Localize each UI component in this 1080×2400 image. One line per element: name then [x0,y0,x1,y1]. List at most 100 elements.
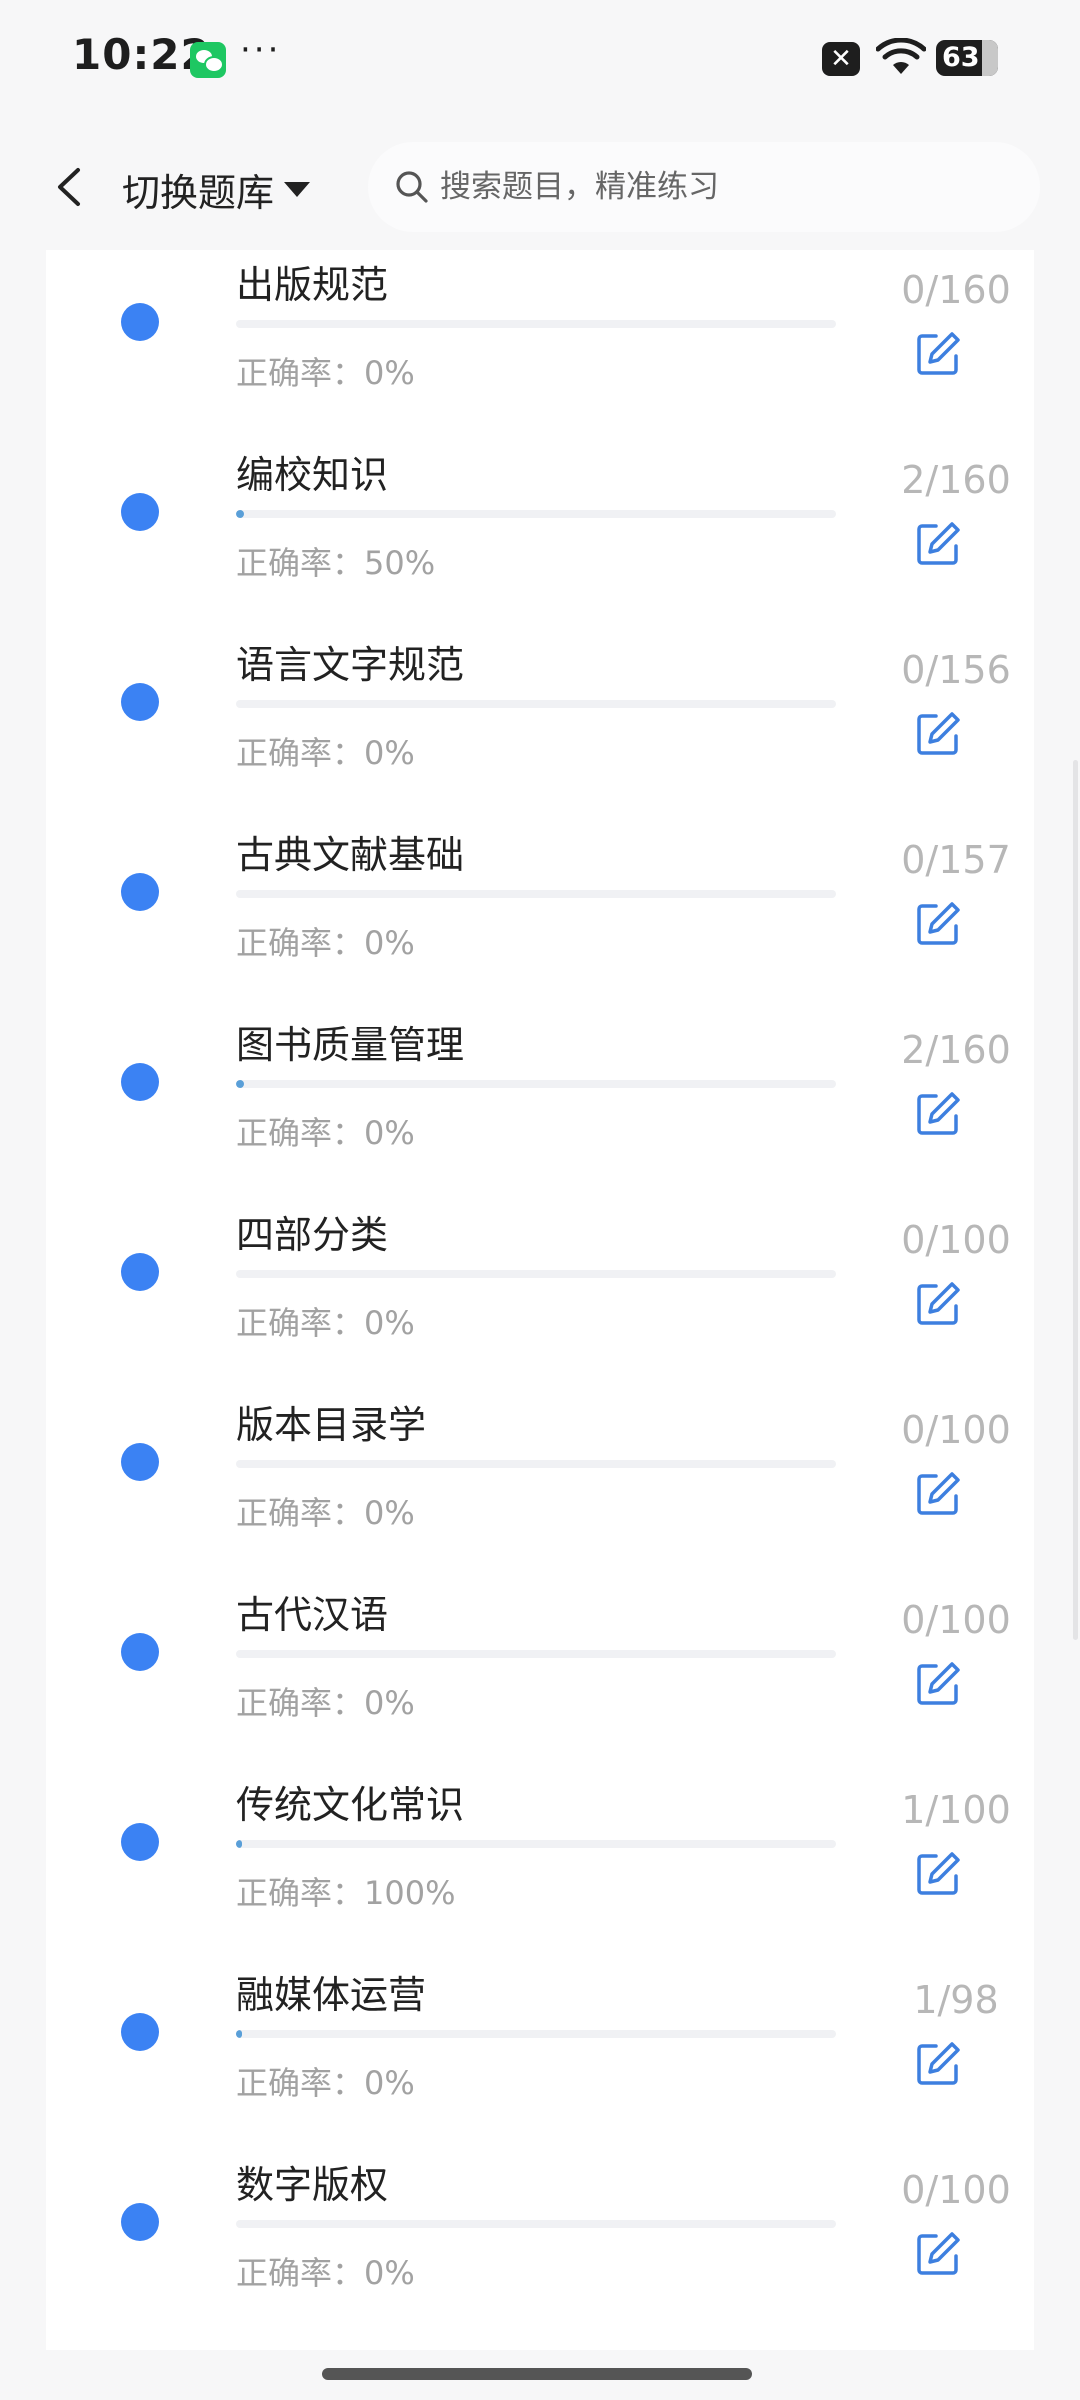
chapter-title: 语言文字规范 [236,643,465,687]
progress-fill [236,510,244,518]
progress-bar [236,1460,836,1468]
progress-bar [236,1080,836,1088]
chevron-left-icon[interactable] [46,162,94,212]
progress-count: 1/100 [901,1788,1011,1832]
search-bar[interactable] [368,142,1040,232]
accuracy-text: 正确率：0% [236,1304,415,1342]
progress-count: 2/160 [901,458,1011,502]
chapter-item[interactable]: 融媒体运营 正确率：0% 1/98 [46,1960,1034,2150]
switch-question-bank-label: 切换题库 [122,170,275,215]
accuracy-text: 正确率：0% [236,924,415,962]
chapter-title: 图书质量管理 [236,1023,465,1067]
chapter-title: 编校知识 [236,453,389,497]
accuracy-text: 正确率：100% [236,1874,456,1912]
chapter-title: 古代汉语 [236,1593,389,1637]
chapter-item[interactable]: 出版规范 正确率：0% 0/160 [46,250,1034,440]
chapter-title: 出版规范 [236,263,389,307]
chapter-item[interactable]: 版本目录学 正确率：0% 0/100 [46,1390,1034,1580]
edit-icon[interactable] [914,900,962,948]
progress-bar [236,2220,836,2228]
chapter-title: 古典文献基础 [236,833,465,877]
accuracy-text: 正确率：0% [236,2254,415,2292]
progress-count: 0/100 [901,1218,1011,1262]
switch-question-bank-button[interactable]: 切换题库 [122,160,311,218]
chapter-dot [121,1823,159,1861]
wifi-icon [876,38,926,74]
chapter-item[interactable]: 图书质量管理 正确率：0% 2/160 [46,1010,1034,1200]
chapter-item[interactable]: 古代汉语 正确率：0% 0/100 [46,1580,1034,1770]
progress-bar [236,1840,836,1848]
no-sim-icon: ✕ [822,42,860,76]
edit-icon[interactable] [914,1280,962,1328]
progress-fill [236,1840,242,1848]
progress-bar [236,320,836,328]
accuracy-text: 正确率：0% [236,1684,415,1722]
progress-count: 0/100 [901,2168,1011,2212]
chapter-dot [121,683,159,721]
search-input[interactable] [438,168,1002,206]
progress-count: 2/160 [901,1028,1011,1072]
progress-count: 0/100 [901,1598,1011,1642]
progress-bar [236,1270,836,1278]
progress-count: 0/100 [901,1408,1011,1452]
accuracy-text: 正确率：0% [236,354,415,392]
edit-icon[interactable] [914,330,962,378]
progress-fill [236,1080,244,1088]
progress-bar [236,2030,836,2038]
accuracy-text: 正确率：0% [236,2064,415,2102]
search-icon [396,171,428,203]
chapter-title: 传统文化常识 [236,1783,465,1827]
progress-fill [236,2030,243,2038]
chapter-dot [121,2013,159,2051]
progress-count: 0/160 [901,268,1011,312]
wechat-icon [190,42,226,78]
progress-bar [236,890,836,898]
chapter-title: 四部分类 [236,1213,389,1257]
chapter-item[interactable]: 编校知识 正确率：50% 2/160 [46,440,1034,630]
progress-count: 1/98 [913,1978,999,2022]
battery-level: 63 [942,42,980,73]
chapter-title-partial[interactable]: 古文字基础 [236,2340,426,2350]
chapter-dot [121,1443,159,1481]
status-bar: 10:22 ··· ✕ 63 [0,0,1080,120]
accuracy-text: 正确率：0% [236,1114,415,1152]
chapter-item[interactable]: 四部分类 正确率：0% 0/100 [46,1200,1034,1390]
home-indicator[interactable] [322,2368,752,2380]
edit-icon[interactable] [914,1090,962,1138]
progress-count: 0/156 [901,648,1011,692]
chapter-dot [121,1253,159,1291]
progress-bar [236,700,836,708]
edit-icon[interactable] [914,520,962,568]
progress-count: 0/157 [901,838,1011,882]
chapter-item[interactable]: 数字版权 正确率：0% 0/100 [46,2150,1034,2340]
scrollbar[interactable] [1073,760,1078,1640]
edit-icon[interactable] [914,2230,962,2278]
chapter-item[interactable]: 古典文献基础 正确率：0% 0/157 [46,820,1034,1010]
progress-bar [236,510,836,518]
chapter-list: 出版规范 正确率：0% 0/160 编校知识 正确率：50% 2/160 语言文… [46,250,1034,2350]
chapter-title: 融媒体运营 [236,1973,427,2017]
more-notifications-icon: ··· [240,30,282,70]
edit-icon[interactable] [914,710,962,758]
accuracy-text: 正确率：0% [236,734,415,772]
chapter-item[interactable]: 传统文化常识 正确率：100% 1/100 [46,1770,1034,1960]
chapter-title: 版本目录学 [236,1403,427,1447]
edit-icon[interactable] [914,1660,962,1708]
edit-icon[interactable] [914,1850,962,1898]
chapter-item[interactable]: 语言文字规范 正确率：0% 0/156 [46,630,1034,820]
chapter-dot [121,873,159,911]
chapter-dot [121,1633,159,1671]
battery-icon: 63 [936,40,998,76]
chapter-dot [121,1063,159,1101]
chapter-title: 数字版权 [236,2163,389,2207]
accuracy-text: 正确率：50% [236,544,436,582]
accuracy-text: 正确率：0% [236,1494,415,1532]
chapter-dot [121,493,159,531]
edit-icon[interactable] [914,2040,962,2088]
edit-icon[interactable] [914,1470,962,1518]
caret-down-icon [284,181,311,197]
chapter-dot [121,303,159,341]
progress-bar [236,1650,836,1658]
chapter-dot [121,2203,159,2241]
top-bar: 切换题库 [0,130,1080,250]
